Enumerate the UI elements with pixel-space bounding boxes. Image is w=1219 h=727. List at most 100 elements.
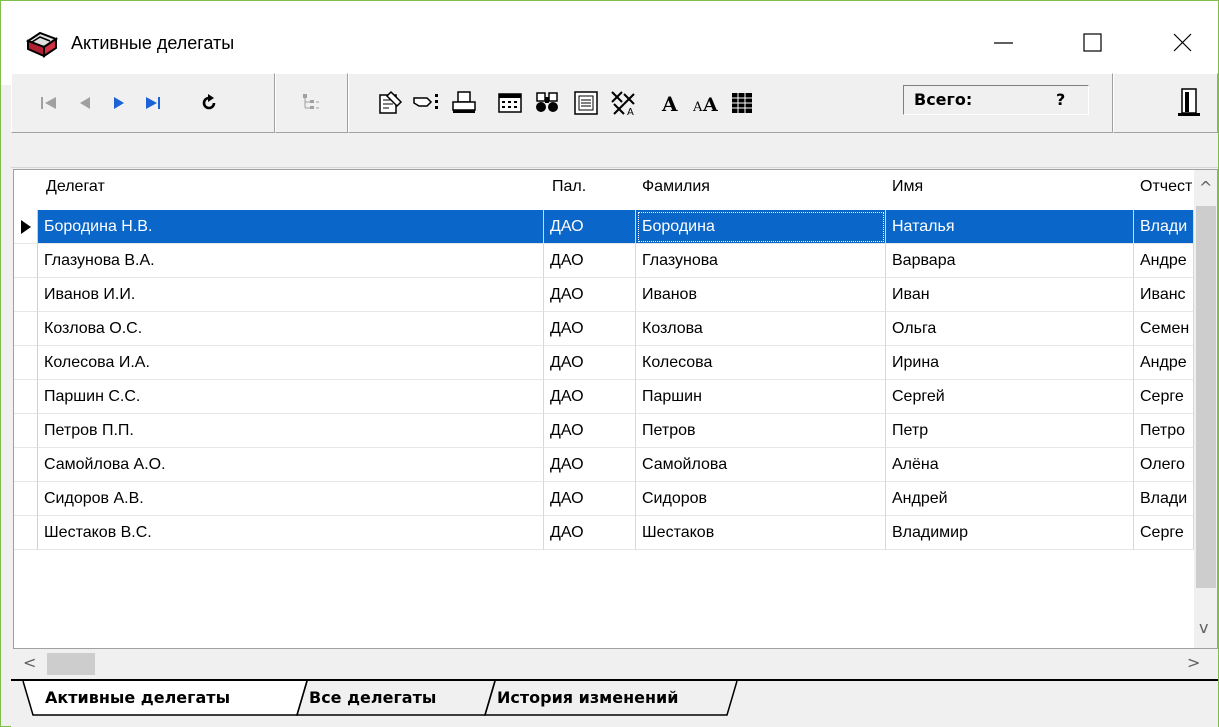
row-indicator[interactable] bbox=[14, 380, 38, 414]
cell-name[interactable]: Варвара bbox=[886, 244, 1134, 278]
minimize-button[interactable] bbox=[969, 21, 1039, 65]
first-record-button[interactable] bbox=[34, 88, 64, 118]
refresh-button[interactable] bbox=[194, 88, 224, 118]
cell-patronymic[interactable]: Олего bbox=[1134, 448, 1194, 482]
cell-chamber[interactable]: ДАО bbox=[544, 312, 636, 346]
row-indicator[interactable] bbox=[14, 414, 38, 448]
cell-delegate[interactable]: Бородина Н.В. bbox=[38, 210, 544, 244]
table-row[interactable]: Петров П.П. ДАО Петров Петр Петро bbox=[14, 414, 1194, 448]
close-button[interactable] bbox=[1148, 21, 1218, 65]
cell-patronymic[interactable]: Иванс bbox=[1134, 278, 1194, 312]
cell-surname[interactable]: Колесова bbox=[636, 346, 886, 380]
cell-chamber[interactable]: ДАО bbox=[544, 346, 636, 380]
column-header-patronymic[interactable]: Отчест bbox=[1140, 178, 1192, 196]
prior-record-button[interactable] bbox=[70, 88, 100, 118]
font-bold-button[interactable]: A bbox=[657, 88, 687, 118]
table-row[interactable]: Паршин С.С. ДАО Паршин Сергей Серге bbox=[14, 380, 1194, 414]
tree-button[interactable] bbox=[296, 88, 326, 118]
cell-name[interactable]: Владимир bbox=[886, 516, 1134, 550]
cell-name[interactable]: Ирина bbox=[886, 346, 1134, 380]
row-indicator[interactable] bbox=[14, 210, 38, 244]
cell-patronymic[interactable]: Влади bbox=[1134, 482, 1194, 516]
cell-delegate[interactable]: Паршин С.С. bbox=[38, 380, 544, 414]
cell-delegate[interactable]: Шестаков В.С. bbox=[38, 516, 544, 550]
tab-active-delegates[interactable]: Активные делегаты bbox=[35, 681, 240, 715]
cell-name[interactable]: Ольга bbox=[886, 312, 1134, 346]
calculator-button[interactable] bbox=[495, 88, 525, 118]
filter-button[interactable]: A bbox=[609, 88, 639, 118]
cell-name[interactable]: Иван bbox=[886, 278, 1134, 312]
table-row[interactable]: Сидоров А.В. ДАО Сидоров Андрей Влади bbox=[14, 482, 1194, 516]
scroll-left-icon[interactable]: < bbox=[23, 653, 36, 672]
cell-surname[interactable]: Самойлова bbox=[636, 448, 886, 482]
cell-patronymic[interactable]: Серге bbox=[1134, 380, 1194, 414]
column-header-name[interactable]: Имя bbox=[892, 178, 1132, 196]
cell-surname[interactable]: Козлова bbox=[636, 312, 886, 346]
row-indicator[interactable] bbox=[14, 312, 38, 346]
scroll-up-icon[interactable]: ^ bbox=[1199, 178, 1212, 197]
table-row[interactable]: Козлова О.С. ДАО Козлова Ольга Семен bbox=[14, 312, 1194, 346]
maximize-button[interactable] bbox=[1058, 21, 1128, 65]
cell-name[interactable]: Наталья bbox=[886, 210, 1134, 244]
row-indicator[interactable] bbox=[14, 482, 38, 516]
cell-surname[interactable]: Шестаков bbox=[636, 516, 886, 550]
table-row[interactable]: Бородина Н.В. ДАО Бородина Наталья Влади bbox=[14, 210, 1194, 244]
cell-chamber[interactable]: ДАО bbox=[544, 210, 636, 244]
row-indicator[interactable] bbox=[14, 278, 38, 312]
cell-patronymic[interactable]: Андре bbox=[1134, 244, 1194, 278]
form-button[interactable] bbox=[571, 88, 601, 118]
cell-patronymic[interactable]: Семен bbox=[1134, 312, 1194, 346]
scroll-right-icon[interactable]: > bbox=[1187, 653, 1200, 672]
cell-delegate[interactable]: Петров П.П. bbox=[38, 414, 544, 448]
cell-delegate[interactable]: Козлова О.С. bbox=[38, 312, 544, 346]
cell-patronymic[interactable]: Петро bbox=[1134, 414, 1194, 448]
vertical-scrollbar[interactable]: ^ v bbox=[1194, 170, 1217, 648]
cell-delegate[interactable]: Колесова И.А. bbox=[38, 346, 544, 380]
table-row[interactable]: Колесова И.А. ДАО Колесова Ирина Андре bbox=[14, 346, 1194, 380]
cell-surname[interactable]: Глазунова bbox=[636, 244, 886, 278]
cell-surname[interactable]: Бородина bbox=[636, 210, 886, 244]
table-row[interactable]: Иванов И.И. ДАО Иванов Иван Иванс bbox=[14, 278, 1194, 312]
table-row[interactable]: Глазунова В.А. ДАО Глазунова Варвара Андре bbox=[14, 244, 1194, 278]
cell-delegate[interactable]: Сидоров А.В. bbox=[38, 482, 544, 516]
row-indicator[interactable] bbox=[14, 346, 38, 380]
next-record-button[interactable] bbox=[104, 88, 134, 118]
last-record-button[interactable] bbox=[138, 88, 168, 118]
cell-name[interactable]: Петр bbox=[886, 414, 1134, 448]
edit-button[interactable] bbox=[375, 88, 405, 118]
vertical-scroll-thumb[interactable] bbox=[1196, 206, 1216, 588]
cell-delegate[interactable]: Самойлова А.О. bbox=[38, 448, 544, 482]
horizontal-scrollbar[interactable]: < > bbox=[13, 649, 1218, 679]
cell-chamber[interactable]: ДАО bbox=[544, 380, 636, 414]
cell-delegate[interactable]: Иванов И.И. bbox=[38, 278, 544, 312]
cell-delegate[interactable]: Глазунова В.А. bbox=[38, 244, 544, 278]
cell-chamber[interactable]: ДАО bbox=[544, 414, 636, 448]
cell-chamber[interactable]: ДАО bbox=[544, 516, 636, 550]
column-header-delegate[interactable]: Делегат bbox=[46, 178, 536, 196]
row-indicator[interactable] bbox=[14, 516, 38, 550]
cell-chamber[interactable]: ДАО bbox=[544, 244, 636, 278]
cell-chamber[interactable]: ДАО bbox=[544, 278, 636, 312]
horizontal-scroll-thumb[interactable] bbox=[47, 653, 95, 675]
cell-patronymic[interactable]: Андре bbox=[1134, 346, 1194, 380]
delegates-grid[interactable]: Делегат Пал. Фамилия Имя Отчест Бородина… bbox=[13, 169, 1218, 649]
column-header-surname[interactable]: Фамилия bbox=[642, 178, 882, 196]
cell-chamber[interactable]: ДАО bbox=[544, 482, 636, 516]
scroll-down-icon[interactable]: v bbox=[1199, 618, 1208, 637]
cell-name[interactable]: Андрей bbox=[886, 482, 1134, 516]
cell-patronymic[interactable]: Влади bbox=[1134, 210, 1194, 244]
cell-name[interactable]: Сергей bbox=[886, 380, 1134, 414]
find-button[interactable] bbox=[533, 88, 563, 118]
cell-surname[interactable]: Петров bbox=[636, 414, 886, 448]
print-button[interactable] bbox=[449, 88, 479, 118]
grid-button[interactable] bbox=[727, 88, 757, 118]
font-size-button[interactable]: AA bbox=[691, 88, 721, 118]
row-indicator[interactable] bbox=[14, 448, 38, 482]
table-row[interactable]: Шестаков В.С. ДАО Шестаков Владимир Серге bbox=[14, 516, 1194, 550]
column-header-chamber[interactable]: Пал. bbox=[552, 178, 632, 196]
cell-chamber[interactable]: ДАО bbox=[544, 448, 636, 482]
cell-surname[interactable]: Сидоров bbox=[636, 482, 886, 516]
cell-surname[interactable]: Иванов bbox=[636, 278, 886, 312]
cell-name[interactable]: Алёна bbox=[886, 448, 1134, 482]
cell-patronymic[interactable]: Серге bbox=[1134, 516, 1194, 550]
